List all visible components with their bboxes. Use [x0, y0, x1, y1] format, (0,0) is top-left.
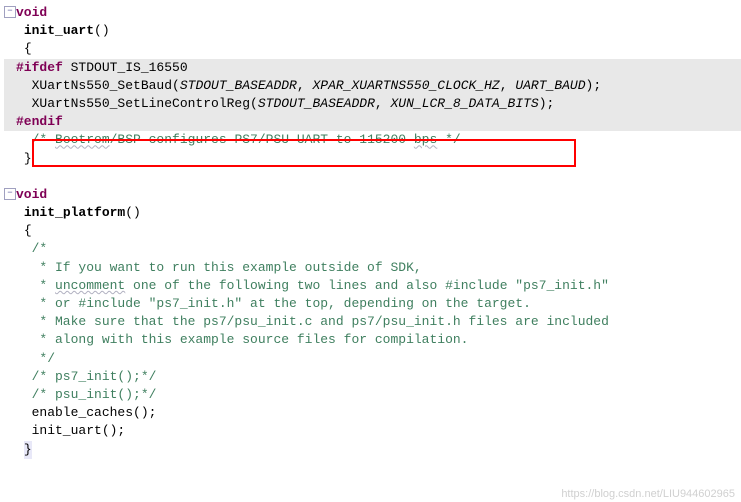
- macro: XUN_LCR_8_DATA_BITS: [391, 96, 539, 111]
- code-line: init_uart();: [4, 422, 741, 440]
- code-line: }: [4, 441, 741, 459]
- macro: UART_BAUD: [515, 78, 585, 93]
- keyword-void: void: [16, 5, 47, 20]
- code-line: /* psu_init();*/: [4, 386, 741, 404]
- code-line: XUartNs550_SetBaud(STDOUT_BASEADDR, XPAR…: [4, 77, 741, 95]
- call: XUartNs550_SetBaud: [16, 78, 172, 93]
- macro: STDOUT_BASEADDR: [180, 78, 297, 93]
- code-line: * If you want to run this example outsid…: [4, 259, 741, 277]
- comment: * along with this example source files f…: [16, 332, 468, 347]
- code-line: #ifdef STDOUT_IS_16550: [4, 59, 741, 77]
- comment-text: *: [16, 278, 55, 293]
- comment-text: /BSP configures PS7/PSU UART to 115200: [110, 132, 414, 147]
- fold-toggle-icon[interactable]: −: [4, 188, 16, 200]
- comment: * If you want to run this example outsid…: [16, 260, 422, 275]
- code-line: {: [4, 40, 741, 58]
- comment: /*: [16, 241, 47, 256]
- function-name: init_platform: [24, 205, 125, 220]
- code-line: #endif: [4, 113, 741, 131]
- code-line: enable_caches();: [4, 404, 741, 422]
- code-line: init_platform(): [4, 204, 741, 222]
- code-line: * Make sure that the ps7/psu_init.c and …: [4, 313, 741, 331]
- comment: /* psu_init();*/: [16, 387, 156, 402]
- preproc-endif: #endif: [16, 114, 63, 129]
- brace-open: {: [24, 223, 32, 238]
- paren: (: [172, 78, 180, 93]
- sep: ,: [500, 78, 516, 93]
- paren: );: [539, 96, 555, 111]
- call: XUartNs550_SetLineControlReg: [16, 96, 250, 111]
- code-line: /*: [4, 240, 741, 258]
- code-line: */: [4, 350, 741, 368]
- call: enable_caches: [16, 405, 133, 420]
- preproc-ifdef: #ifdef: [16, 60, 63, 75]
- macro: STDOUT_BASEADDR: [258, 96, 375, 111]
- code-line: −void: [4, 4, 741, 22]
- brace-open: {: [24, 41, 32, 56]
- comment-text: bps: [414, 132, 437, 147]
- comment-text: */: [437, 132, 460, 147]
- comment-text: /*: [16, 132, 55, 147]
- code-editor[interactable]: −void init_uart() { #ifdef STDOUT_IS_165…: [0, 0, 741, 463]
- brace-close: }: [24, 151, 32, 166]
- code-line: /* ps7_init();*/: [4, 368, 741, 386]
- sep: ,: [375, 96, 391, 111]
- comment-text: Bootrom: [55, 132, 110, 147]
- signature: (): [94, 23, 110, 38]
- comment: * uncomment one of the following two lin…: [16, 278, 609, 293]
- code-line: }: [4, 150, 741, 168]
- fold-toggle-icon[interactable]: −: [4, 6, 16, 18]
- macro: XPAR_XUARTNS550_CLOCK_HZ: [312, 78, 499, 93]
- code-line: −void: [4, 186, 741, 204]
- comment: /* Bootrom/BSP configures PS7/PSU UART t…: [16, 132, 461, 147]
- function-name: init_uart: [24, 23, 94, 38]
- comment-text: uncomment: [55, 278, 125, 293]
- paren: ();: [133, 405, 156, 420]
- code-line: * uncomment one of the following two lin…: [4, 277, 741, 295]
- blank-line: [4, 168, 741, 186]
- watermark-text: https://blog.csdn.net/LIU944602965: [561, 488, 735, 500]
- call: init_uart: [16, 423, 102, 438]
- paren: ();: [102, 423, 125, 438]
- code-line: * along with this example source files f…: [4, 331, 741, 349]
- keyword-void: void: [16, 187, 47, 202]
- comment: * Make sure that the ps7/psu_init.c and …: [16, 314, 609, 329]
- code-line: {: [4, 222, 741, 240]
- comment: */: [16, 351, 55, 366]
- code-line: XUartNs550_SetLineControlReg(STDOUT_BASE…: [4, 95, 741, 113]
- code-line: init_uart(): [4, 22, 741, 40]
- sep: ,: [297, 78, 313, 93]
- comment-text: one of the following two lines and also …: [125, 278, 609, 293]
- paren: (: [250, 96, 258, 111]
- brace-close: }: [24, 442, 32, 457]
- paren: );: [586, 78, 602, 93]
- code-line: * or #include "ps7_init.h" at the top, d…: [4, 295, 741, 313]
- signature: (): [125, 205, 141, 220]
- code-line: /* Bootrom/BSP configures PS7/PSU UART t…: [4, 131, 741, 149]
- comment: * or #include "ps7_init.h" at the top, d…: [16, 296, 531, 311]
- macro-name: STDOUT_IS_16550: [63, 60, 188, 75]
- cursor-highlight: }: [24, 441, 32, 459]
- comment: /* ps7_init();*/: [16, 369, 156, 384]
- inactive-ifdef-block: #ifdef STDOUT_IS_16550 XUartNs550_SetBau…: [4, 59, 741, 132]
